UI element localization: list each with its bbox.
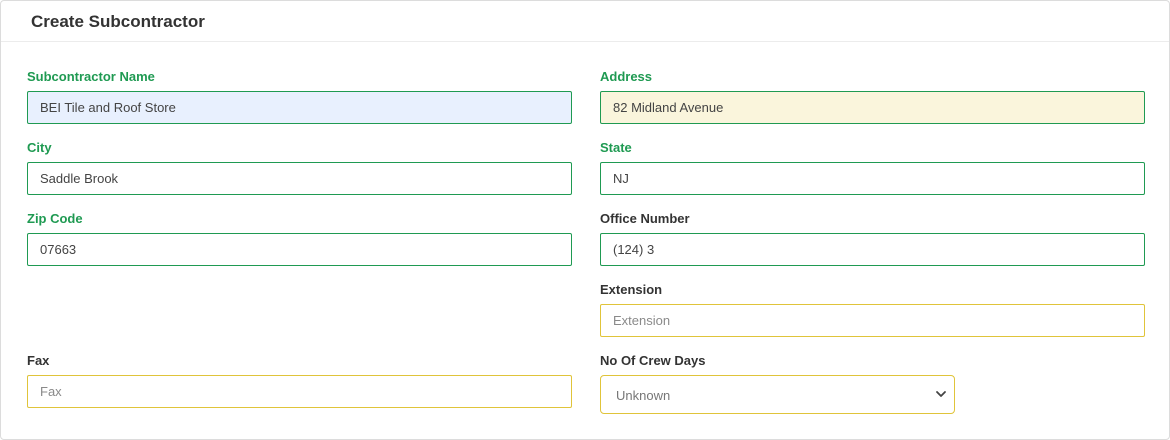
fax-input[interactable] [27, 375, 572, 408]
address-input[interactable] [600, 91, 1145, 124]
zip-code-label: Zip Code [27, 211, 83, 226]
fax-label: Fax [27, 353, 50, 368]
office-number-label: Office Number [600, 211, 690, 226]
create-subcontractor-card: Create Subcontractor Subcontractor Name … [0, 0, 1170, 440]
office-number-input[interactable] [600, 233, 1145, 266]
city-label: City [27, 140, 52, 155]
chevron-down-icon [936, 391, 946, 397]
city-input[interactable] [27, 162, 572, 195]
crew-days-label: No Of Crew Days [600, 353, 706, 368]
card-header: Create Subcontractor [1, 1, 1169, 42]
zip-code-input[interactable] [27, 233, 572, 266]
extension-label: Extension [600, 282, 663, 297]
state-label: State [600, 140, 632, 155]
state-input[interactable] [600, 162, 1145, 195]
crew-days-select[interactable]: Unknown [600, 375, 955, 414]
address-label: Address [600, 69, 653, 84]
crew-days-selected-value: Unknown [616, 388, 671, 403]
subcontractor-name-input[interactable] [27, 91, 572, 124]
page-title: Create Subcontractor [31, 12, 205, 31]
subcontractor-name-label: Subcontractor Name [27, 69, 155, 84]
extension-input[interactable] [600, 304, 1145, 337]
